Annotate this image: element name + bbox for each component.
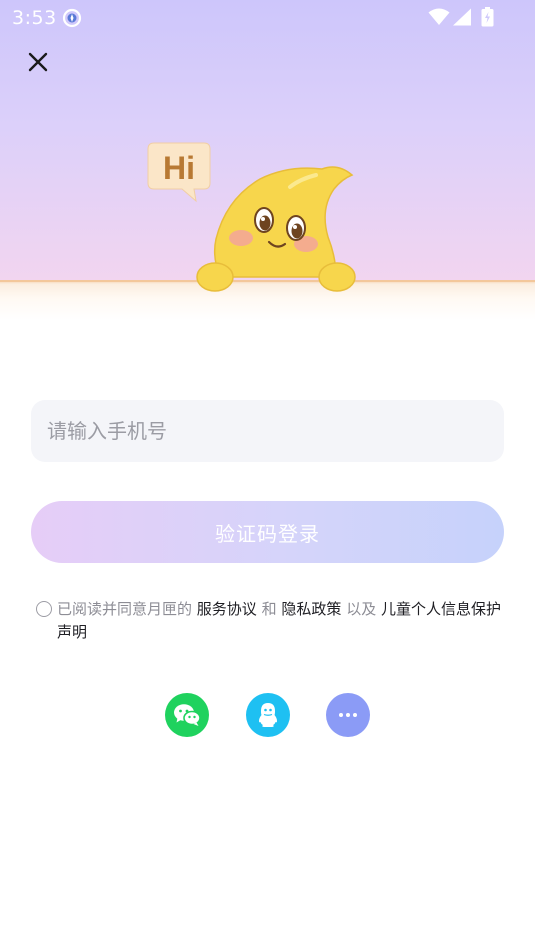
- more-login-options-button[interactable]: [326, 693, 370, 737]
- qq-icon: [259, 703, 277, 727]
- mascot-bubble-text: Hi: [163, 150, 195, 186]
- verification-code-login-button[interactable]: 验证码登录: [31, 501, 504, 563]
- close-icon: [28, 52, 48, 72]
- status-bar: 3:53: [0, 0, 535, 36]
- more-icon: [339, 713, 357, 717]
- qq-login-button[interactable]: [246, 693, 290, 737]
- wechat-login-button[interactable]: [165, 693, 209, 737]
- wechat-icon: [174, 704, 201, 726]
- signal-icon: [452, 8, 472, 30]
- wifi-icon: [428, 8, 450, 30]
- social-login-row: [0, 693, 535, 737]
- app-notification-icon: [62, 8, 82, 32]
- phone-input-container: [31, 400, 504, 462]
- privacy-policy-link[interactable]: 隐私政策: [281, 600, 341, 618]
- agreement-text: 已阅读并同意月匣的 服务协议 和 隐私政策 以及 儿童个人信息保护声明: [36, 598, 506, 644]
- agreement-row: 已阅读并同意月匣的 服务协议 和 隐私政策 以及 儿童个人信息保护声明: [36, 598, 506, 644]
- agreement-prefix: 已阅读并同意月匣的: [57, 600, 193, 618]
- phone-number-input[interactable]: [47, 400, 504, 462]
- close-button[interactable]: [20, 44, 56, 80]
- battery-icon: [481, 7, 494, 31]
- service-agreement-link[interactable]: 服务协议: [197, 600, 257, 618]
- agreement-checkbox[interactable]: [36, 601, 52, 617]
- mascot-illustration: Hi: [140, 135, 370, 299]
- agreement-joiner-and: 和: [261, 600, 277, 618]
- status-time: 3:53: [12, 7, 57, 29]
- agreement-joiner-also: 以及: [346, 600, 377, 618]
